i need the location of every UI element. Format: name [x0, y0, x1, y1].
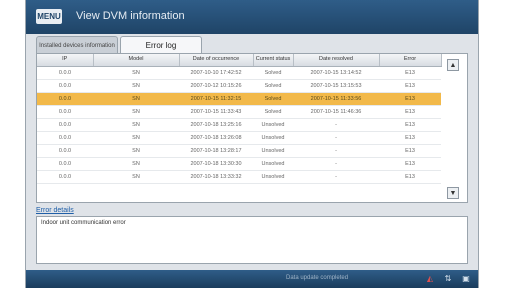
- table-row[interactable]: 0.0.0 SN 2007-10-18 13:25:16 Unsolved - E13: [37, 118, 441, 132]
- cell-date-resolved: -: [293, 170, 379, 184]
- status-bar: Data update completed ◭ ⇅ ▣: [26, 270, 478, 288]
- status-text: Data update completed: [286, 275, 349, 281]
- cell-model: SN: [93, 144, 179, 158]
- tab-installed-devices[interactable]: Installed devices information: [36, 36, 118, 54]
- cell-status: Unsolved: [253, 157, 293, 171]
- cell-error: E13: [379, 157, 441, 171]
- table-row[interactable]: 0.0.0 SN 2007-10-18 13:26:08 Unsolved - E13: [37, 131, 441, 145]
- cell-model: SN: [93, 170, 179, 184]
- cell-error: E13: [379, 66, 441, 80]
- error-details-box: Indoor unit communication error: [36, 216, 468, 264]
- vertical-scrollbar[interactable]: ▲ ▼: [443, 55, 465, 201]
- tab-bar: Installed devices information Error log: [36, 36, 202, 54]
- tab-error-log[interactable]: Error log: [120, 36, 202, 54]
- cell-model: SN: [93, 92, 179, 106]
- cell-error: E13: [379, 79, 441, 93]
- table-header-row: IP Model Date of occurrence Current stat…: [37, 54, 442, 67]
- arrow-up-icon: ▲: [449, 61, 457, 69]
- cell-status: Unsolved: [253, 144, 293, 158]
- cell-date-resolved: 2007-10-15 11:46:36: [293, 105, 379, 119]
- cell-date-occurrence: 2007-10-18 13:33:32: [179, 170, 253, 184]
- cell-date-occurrence: 2007-10-18 13:26:08: [179, 131, 253, 145]
- cell-ip: 0.0.0: [37, 170, 93, 184]
- network-icon[interactable]: ⇅: [442, 273, 454, 284]
- cell-status: Solved: [253, 92, 293, 106]
- status-icons: ◭ ⇅ ▣: [424, 273, 472, 284]
- cell-error: E13: [379, 92, 441, 106]
- cell-error: E13: [379, 170, 441, 184]
- error-table: IP Model Date of occurrence Current stat…: [37, 54, 442, 184]
- cell-ip: 0.0.0: [37, 79, 93, 93]
- column-current-status[interactable]: Current status: [253, 54, 294, 67]
- table-row[interactable]: 0.0.0 SN 2007-10-15 11:33:43 Solved 2007-10-…: [37, 105, 441, 119]
- cell-date-resolved: 2007-10-15 13:15:53: [293, 79, 379, 93]
- cell-ip: 0.0.0: [37, 92, 93, 106]
- cell-status: Unsolved: [253, 118, 293, 132]
- cell-date-resolved: 2007-10-15 13:14:52: [293, 66, 379, 80]
- cell-status: Unsolved: [253, 170, 293, 184]
- scroll-up-button[interactable]: ▲: [447, 59, 459, 71]
- cell-model: SN: [93, 66, 179, 80]
- column-date-occurrence[interactable]: Date of occurrence: [179, 54, 254, 67]
- table-row[interactable]: 0.0.0 SN 2007-10-15 11:32:15 Solved 2007-10-…: [37, 92, 441, 106]
- cell-error: E13: [379, 105, 441, 119]
- cell-model: SN: [93, 105, 179, 119]
- dvm-window: MENU View DVM information Installed devi…: [26, 0, 478, 288]
- column-date-resolved[interactable]: Date resolved: [293, 54, 380, 67]
- cell-date-resolved: 2007-10-15 11:33:56: [293, 92, 379, 106]
- window-title: View DVM information: [76, 10, 185, 22]
- cell-status: Solved: [253, 105, 293, 119]
- cell-ip: 0.0.0: [37, 131, 93, 145]
- monitor-icon[interactable]: ▣: [460, 273, 472, 284]
- table-row[interactable]: 0.0.0 SN 2007-10-18 13:28:17 Unsolved - E13: [37, 144, 441, 158]
- menu-button[interactable]: MENU: [36, 9, 62, 24]
- cell-status: Solved: [253, 79, 293, 93]
- cell-error: E13: [379, 118, 441, 132]
- cell-ip: 0.0.0: [37, 66, 93, 80]
- column-error[interactable]: Error: [379, 54, 442, 67]
- cell-date-occurrence: 2007-10-12 10:15:26: [179, 79, 253, 93]
- title-bar: MENU View DVM information: [26, 0, 478, 34]
- cell-model: SN: [93, 118, 179, 132]
- cell-date-occurrence: 2007-10-18 13:30:30: [179, 157, 253, 171]
- error-details-label: Error details: [36, 207, 74, 214]
- cell-ip: 0.0.0: [37, 118, 93, 132]
- cell-date-resolved: -: [293, 144, 379, 158]
- cell-date-resolved: -: [293, 131, 379, 145]
- cell-date-resolved: -: [293, 118, 379, 132]
- table-row[interactable]: 0.0.0 SN 2007-10-10 17:42:52 Solved 2007-10-…: [37, 66, 441, 80]
- table-row[interactable]: 0.0.0 SN 2007-10-12 10:15:26 Solved 2007-10-…: [37, 79, 441, 93]
- cell-model: SN: [93, 131, 179, 145]
- error-log-panel: IP Model Date of occurrence Current stat…: [36, 53, 468, 203]
- cell-error: E13: [379, 144, 441, 158]
- column-model[interactable]: Model: [93, 54, 180, 67]
- cell-date-occurrence: 2007-10-15 11:32:15: [179, 92, 253, 106]
- cell-model: SN: [93, 79, 179, 93]
- scroll-down-button[interactable]: ▼: [447, 187, 459, 199]
- cell-status: Unsolved: [253, 131, 293, 145]
- table-row[interactable]: 0.0.0 SN 2007-10-18 13:30:30 Unsolved - E13: [37, 157, 441, 171]
- cell-status: Solved: [253, 66, 293, 80]
- cell-date-occurrence: 2007-10-10 17:42:52: [179, 66, 253, 80]
- cell-ip: 0.0.0: [37, 157, 93, 171]
- column-ip[interactable]: IP: [37, 54, 94, 67]
- arrow-down-icon: ▼: [449, 189, 457, 197]
- cell-ip: 0.0.0: [37, 105, 93, 119]
- cell-model: SN: [93, 157, 179, 171]
- cell-date-resolved: -: [293, 157, 379, 171]
- cell-ip: 0.0.0: [37, 144, 93, 158]
- cell-date-occurrence: 2007-10-15 11:33:43: [179, 105, 253, 119]
- cell-date-occurrence: 2007-10-18 13:28:17: [179, 144, 253, 158]
- table-body: 0.0.0 SN 2007-10-10 17:42:52 Solved 2007-10-…: [37, 66, 441, 184]
- cell-date-occurrence: 2007-10-18 13:25:16: [179, 118, 253, 132]
- cell-error: E13: [379, 131, 441, 145]
- signal-icon[interactable]: ◭: [424, 273, 436, 284]
- table-row[interactable]: 0.0.0 SN 2007-10-18 13:33:32 Unsolved - E13: [37, 170, 441, 184]
